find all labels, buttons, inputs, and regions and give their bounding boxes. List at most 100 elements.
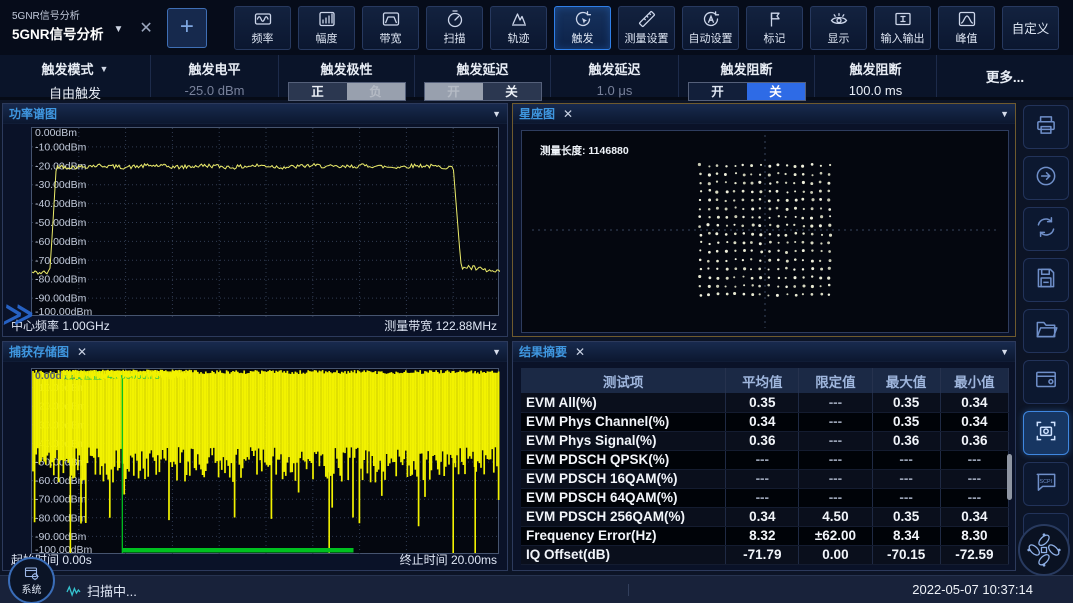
toolbar-button-trigger[interactable]: 触发 (554, 6, 611, 50)
toolbar-button-label: 输入输出 (881, 30, 925, 46)
table-cell: EVM Phys Signal(%) (521, 431, 726, 450)
toolbar-button-bandwidth[interactable]: 带宽 (362, 6, 419, 50)
toolbar-button-marker[interactable]: 标记 (746, 6, 803, 50)
sidebar-button-display-window[interactable] (1023, 360, 1069, 404)
toolbar-button-label: 自定义 (1012, 18, 1050, 37)
tab-close-icon[interactable]: ✕ (139, 18, 152, 38)
toolbar-button-frequency[interactable]: 频率 (234, 6, 291, 50)
table-cell: --- (940, 450, 1008, 469)
sidebar-button-screenshot[interactable] (1023, 411, 1069, 455)
table-cell: 0.36 (726, 431, 799, 450)
toolbar-button-meas-setup[interactable]: 测量设置 (618, 6, 675, 50)
panel-capture-buffer: 捕获存储图 ✕ ▼ -10.00dBm-20.00dBm-30.00dBm-40… (2, 341, 508, 571)
trigger-section-label: 触发电平 (188, 59, 240, 78)
toolbar-button-auto-setup[interactable]: 自动设置 (682, 6, 739, 50)
status-bar: 系统 扫描中... 2022-05-07 10:37:14 (0, 575, 1073, 603)
scan-status-text: 扫描中... (87, 581, 137, 600)
scpi-icon: SCPI (1033, 469, 1059, 500)
trigger-holdoff-value-value[interactable]: 100.0 ms (849, 83, 902, 98)
table-cell: EVM PDSCH 16QAM(%) (521, 469, 726, 488)
table-row: IQ Offset(dB)-71.790.00-70.15-72.59 (521, 545, 1009, 564)
table-cell: --- (726, 488, 799, 507)
trigger-delay-switch-option-关[interactable]: 关 (483, 83, 541, 100)
sidebar-button-save[interactable] (1023, 258, 1069, 302)
table-cell: --- (799, 412, 872, 431)
table-cell: --- (872, 450, 940, 469)
trigger-polarity-toggle[interactable]: 正负 (288, 82, 406, 101)
toolbar-button-label: 显示 (828, 30, 850, 46)
trigger-delay-value-value[interactable]: 1.0 μs (597, 83, 633, 98)
toolbar-button-io[interactable]: 输入输出 (874, 6, 931, 50)
trigger-section-label: 触发模式▼ (42, 59, 109, 78)
navigation-wheel-button[interactable] (1018, 524, 1070, 576)
table-row: EVM Phys Signal(%)0.36---0.360.36 (521, 431, 1009, 450)
toolbar-button-peak[interactable]: 峰值 (938, 6, 995, 50)
toolbar-button-label: 带宽 (380, 30, 402, 46)
sidebar-button-sync[interactable] (1023, 207, 1069, 251)
trigger-section-trigger-mode[interactable]: 触发模式▼自由触发 (0, 55, 150, 97)
trigger-holdoff-switch-toggle[interactable]: 开关 (688, 82, 806, 101)
trigger-icon (573, 9, 593, 29)
power-spectrum-footer: 中心频率 1.00GHz 测量带宽 122.88MHz (11, 317, 497, 334)
table-cell: 4.50 (799, 507, 872, 526)
table-cell: EVM PDSCH QPSK(%) (521, 450, 726, 469)
expand-chevrons-icon[interactable]: ≫ (1, 297, 37, 332)
sync-icon (1033, 214, 1059, 245)
table-scrollbar[interactable] (1007, 454, 1012, 500)
toolbar-button-label: 扫描 (444, 30, 466, 46)
table-row: Frequency Error(Hz)8.32±62.008.348.30 (521, 526, 1009, 545)
power-spectrum-svg: 0.00dBm-10.00dBm-20.00dBm-30.00dBm-40.00… (32, 128, 500, 317)
table-cell: --- (799, 488, 872, 507)
dropdown-caret-icon[interactable]: ▼ (100, 64, 109, 74)
trigger-mode-value[interactable]: 自由触发 (49, 83, 101, 102)
trigger-polarity-option-正[interactable]: 正 (289, 83, 347, 100)
toolbar-button-custom[interactable]: 自定义 (1002, 6, 1059, 50)
panel-collapse-caret-icon[interactable]: ▼ (492, 347, 501, 357)
panel-close-icon[interactable]: ✕ (77, 346, 87, 358)
system-button[interactable]: 系统 (8, 557, 55, 603)
table-cell: --- (799, 393, 872, 412)
svg-text:0.00dBm: 0.00dBm (35, 128, 77, 139)
sidebar-button-folder-open[interactable] (1023, 309, 1069, 353)
trigger-holdoff-switch-option-开[interactable]: 开 (689, 83, 747, 100)
column-header: 测试项 (521, 368, 726, 393)
toolbar-button-sweep[interactable]: 扫描 (426, 6, 483, 50)
svg-text:-60.00dBm: -60.00dBm (35, 475, 87, 487)
toolbar-button-amplitude[interactable]: 幅度 (298, 6, 355, 50)
add-tab-button[interactable]: + (167, 8, 207, 48)
trigger-section-label: 触发延迟 (456, 59, 508, 78)
svg-text:-40.00dBm: -40.00dBm (35, 198, 87, 210)
toolbar-button-display[interactable]: 显示 (810, 6, 867, 50)
io-icon (893, 9, 913, 29)
table-cell: --- (940, 469, 1008, 488)
svg-text:-90.00dBm: -90.00dBm (35, 531, 87, 543)
table-cell: 0.34 (940, 393, 1008, 412)
sidebar-button-print[interactable] (1023, 105, 1069, 149)
trigger-level-value[interactable]: -25.0 dBm (185, 83, 245, 98)
toolbar-button-label: 自动设置 (689, 30, 733, 46)
toolbar-button-trace[interactable]: 轨迹 (490, 6, 547, 50)
trigger-delay-switch-toggle[interactable]: 开关 (424, 82, 542, 101)
sidebar-button-scpi[interactable]: SCPI (1023, 462, 1069, 506)
sweep-icon (445, 9, 465, 29)
svg-text:-60.00dBm: -60.00dBm (35, 236, 87, 248)
trigger-section-more[interactable]: 更多... (936, 55, 1073, 97)
trigger-holdoff-switch-option-关[interactable]: 关 (747, 83, 805, 100)
measurement-bandwidth-label: 测量带宽 122.88MHz (384, 317, 497, 334)
table-cell: --- (872, 488, 940, 507)
trigger-delay-switch-option-开[interactable]: 开 (425, 83, 483, 100)
tab-dropdown-caret-icon[interactable]: ▼ (114, 24, 124, 35)
svg-text:-10.00dBm: -10.00dBm (35, 141, 87, 153)
panel-close-icon[interactable]: ✕ (563, 108, 573, 120)
panel-header: 功率谱图 ▼ (3, 104, 507, 124)
table-cell: 0.36 (940, 431, 1008, 450)
panel-close-icon[interactable]: ✕ (575, 346, 585, 358)
trigger-polarity-option-负[interactable]: 负 (347, 83, 405, 100)
table-cell: 8.32 (726, 526, 799, 545)
panel-collapse-caret-icon[interactable]: ▼ (492, 109, 501, 119)
measurement-tab[interactable]: 5GNR信号分析 5GNR信号分析 ▼ ✕ + (0, 8, 232, 48)
panel-collapse-caret-icon[interactable]: ▼ (1000, 109, 1009, 119)
table-cell: 0.35 (726, 393, 799, 412)
sidebar-button-forward[interactable] (1023, 156, 1069, 200)
panel-collapse-caret-icon[interactable]: ▼ (1000, 347, 1009, 357)
